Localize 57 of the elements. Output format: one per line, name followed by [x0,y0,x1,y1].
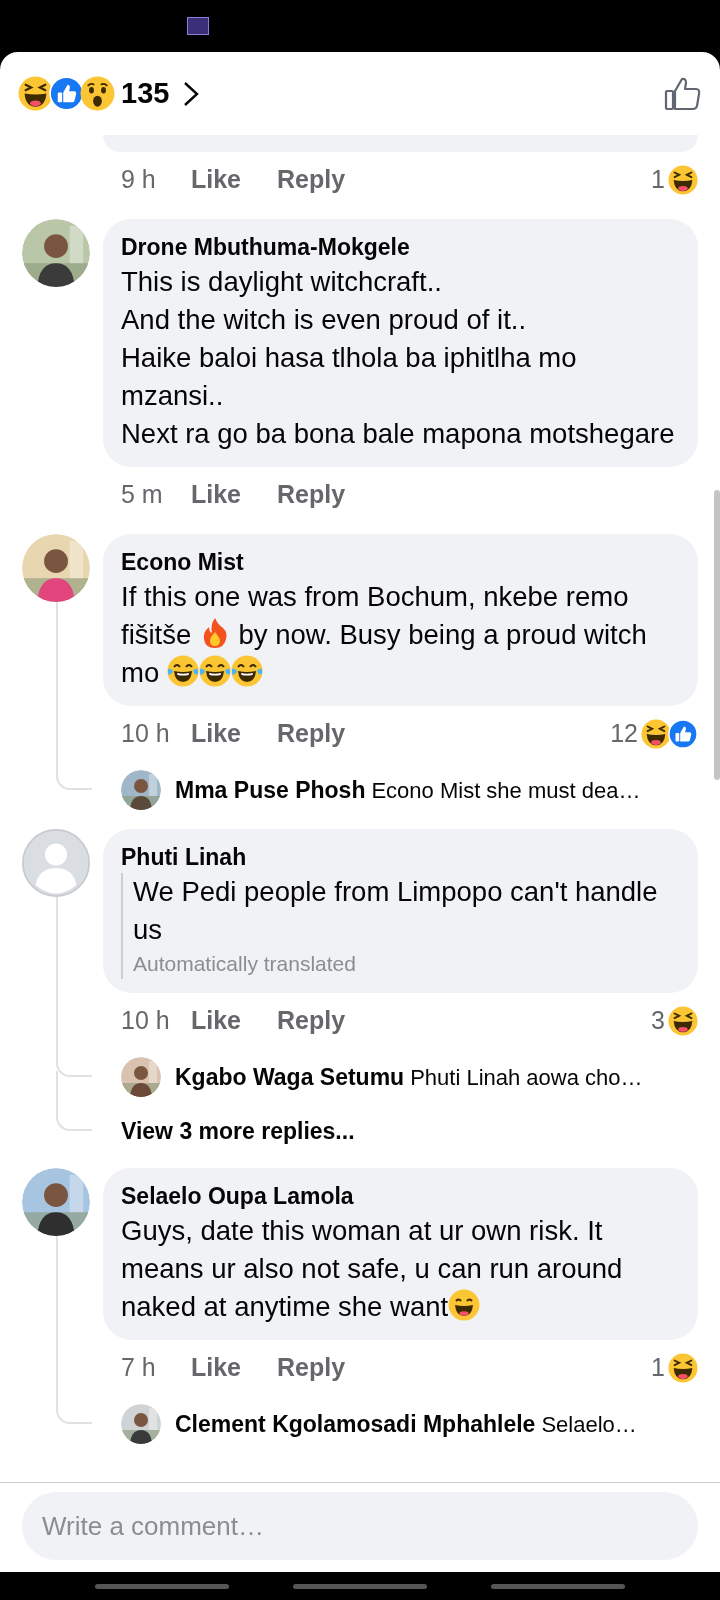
like-link[interactable]: Like [191,161,277,199]
reaction-count[interactable]: 1 [651,1349,665,1387]
tears-of-joy-face-icon [198,655,231,687]
comment-time: 7 h [120,1352,157,1384]
laughing-face-icon [641,719,671,749]
thumbs-up-icon[interactable] [664,75,702,112]
reply-preview[interactable]: Econo Mist she must dea… [371,773,641,807]
reply-link[interactable]: Reply [277,476,346,514]
translation-note: Automatically translated [133,951,357,977]
notification-icon [187,17,209,35]
chevron-right-icon[interactable] [183,80,200,107]
navigation-handle[interactable] [293,1583,427,1589]
laughing-face-icon [668,1006,698,1036]
thumbs-up-icon [49,76,84,111]
smiling-face-icon [448,1289,481,1321]
commenter-name[interactable]: Selaelo Oupa Lamola [121,1180,680,1212]
commenter-name[interactable]: Drone Mbuthuma-Mokgele [121,231,680,263]
reply-link[interactable]: Reply [277,1002,346,1040]
comment-time: 9 h [120,164,157,196]
reaction-count[interactable]: 12 [610,715,638,753]
like-link[interactable]: Like [191,1349,277,1387]
thumbs-up-icon [668,719,698,749]
comment-field[interactable]: Write a comment… [22,1492,698,1560]
comment-text: We Pedi people from Limpopo can't handle us [133,875,659,947]
reply-preview[interactable]: Selaelo… [541,1407,637,1441]
view-more-replies-link[interactable]: View 3 more replies... [121,1113,355,1149]
comment-text: Guys, date this woman at ur own risk. It means ur also not safe, u can run around naked at anytime she want [121,1214,624,1324]
like-link[interactable]: Like [191,1002,277,1040]
replier-name[interactable]: Mma Puse Phosh [175,772,366,808]
reply-link[interactable]: Reply [277,1349,346,1387]
replier-name[interactable]: Kgabo Waga Setumu [175,1059,405,1095]
tears-of-joy-face-icon [166,655,199,687]
like-link[interactable]: Like [191,715,277,753]
navigation-handle[interactable] [491,1583,625,1589]
reaction-count[interactable]: 3 [651,1002,665,1040]
laughing-face-icon [668,1353,698,1383]
comment-time: 10 h [120,718,171,750]
laughing-face-icon [668,165,698,195]
replier-name[interactable]: Clement Kgolamosadi Mphahlele [175,1406,536,1442]
navigation-handle[interactable] [95,1583,229,1589]
comment-text: This is daylight witchcraft.. And the witch is even proud of it.. Haike baloi hasa tlhola ba iphitlha mo mzansi.. Next ra go ba bona bale mapona motshegare [121,265,676,451]
like-link[interactable]: Like [191,476,277,514]
reply-link[interactable]: Reply [277,715,346,753]
comment-time: 10 h [120,1005,171,1037]
commenter-name[interactable]: Econo Mist [121,546,680,578]
reaction-count[interactable]: 135 [121,71,170,116]
scrollbar[interactable] [714,490,720,780]
commenter-name[interactable]: Phuti Linah [121,841,680,873]
tears-of-joy-face-icon [230,655,263,687]
reply-link[interactable]: Reply [277,161,346,199]
comment-text: If this one was from Bochum, nkebe remo fišitše by now. Busy being a proud witch mo [121,580,648,690]
laughing-face-icon [18,76,53,111]
default-avatar-icon [22,829,90,897]
comment-time: 5 m [120,479,164,511]
surprised-face-icon [80,76,115,111]
reply-preview[interactable]: Phuti Linah aowa cho… [410,1060,643,1094]
reaction-count[interactable]: 1 [651,161,665,199]
